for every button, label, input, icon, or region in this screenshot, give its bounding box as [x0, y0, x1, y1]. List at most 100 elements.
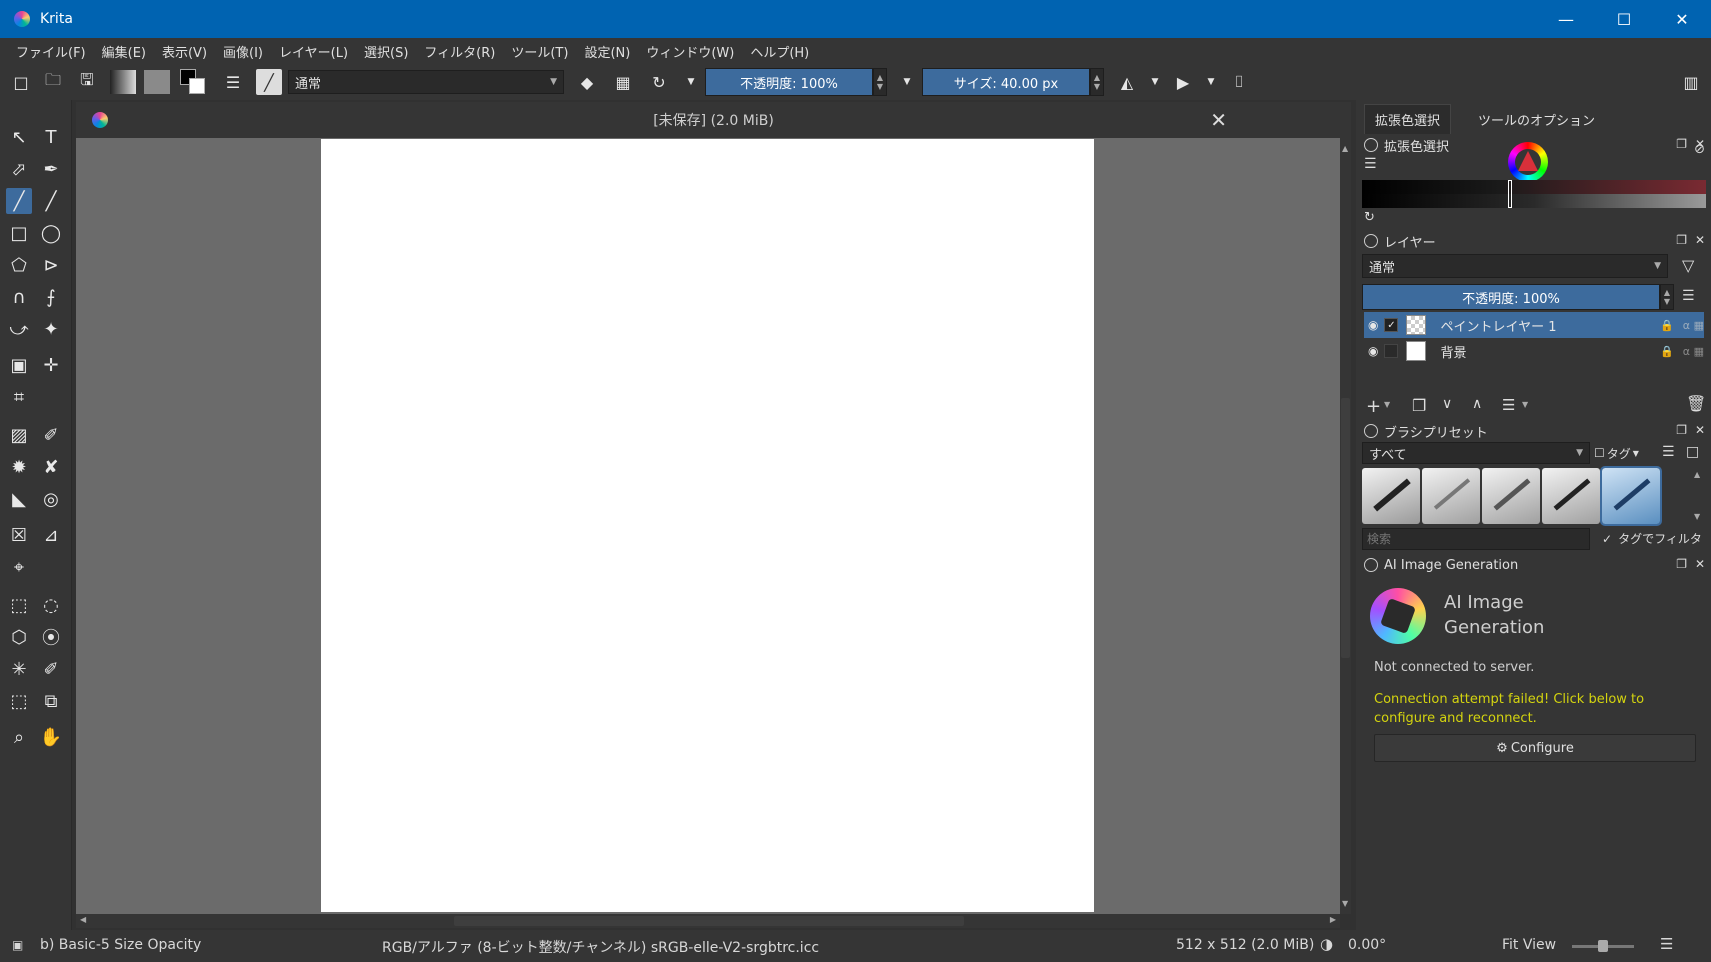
- zoom-level[interactable]: Fit View: [1502, 937, 1556, 953]
- move-layer-up-icon[interactable]: ∧: [1472, 396, 1482, 412]
- duplicate-layer-icon[interactable]: ❐: [1412, 396, 1426, 415]
- similar-color-select-tool-icon[interactable]: ✐: [38, 656, 64, 682]
- tab-tool-options[interactable]: ツールのオプション: [1468, 104, 1605, 134]
- assistant-tool-icon[interactable]: ☒: [6, 522, 32, 548]
- magnetic-select-tool-icon[interactable]: ⧉: [38, 688, 64, 714]
- size-slider[interactable]: サイズ: 40.00 px: [922, 68, 1090, 96]
- fill-tool-icon[interactable]: ◣: [6, 486, 32, 512]
- rotation-value[interactable]: 0.00°: [1348, 937, 1386, 953]
- delete-layer-icon[interactable]: 🗑: [1686, 394, 1706, 413]
- gradient-selector[interactable]: [110, 70, 136, 94]
- configure-button[interactable]: ⚙ Configure: [1374, 734, 1696, 762]
- tag-filter-checkbox[interactable]: ✓ タグでフィルタ: [1602, 530, 1702, 547]
- wrap-around-icon[interactable]: ⌷: [1228, 71, 1250, 93]
- brush-filter-combo[interactable]: すべて ▼: [1362, 442, 1590, 464]
- close-document-icon[interactable]: ✕: [1210, 108, 1227, 132]
- brush-preset-thumb[interactable]: [1362, 468, 1420, 524]
- pan-tool-icon[interactable]: ✋: [38, 724, 64, 750]
- tag-button[interactable]: ☐ タグ ▼: [1594, 442, 1650, 464]
- brush-preset-thumb[interactable]: [1482, 468, 1540, 524]
- close-window-button[interactable]: ✕: [1653, 0, 1711, 38]
- move-tool-icon[interactable]: ✛: [38, 352, 64, 378]
- float-panel-icon[interactable]: ❐: [1676, 557, 1687, 571]
- inherit-alpha-icon[interactable]: ▦: [1694, 345, 1704, 358]
- menu-layer[interactable]: レイヤー(L): [271, 42, 356, 61]
- layer-checkbox[interactable]: ✓: [1384, 318, 1399, 332]
- mirror-horizontal-icon[interactable]: ◭: [1116, 71, 1138, 93]
- layer-options-icon[interactable]: ☰: [1682, 288, 1695, 304]
- smart-patch-tool-icon[interactable]: ✘: [38, 454, 64, 480]
- layer-opacity-spin[interactable]: ▲ ▼: [1660, 284, 1674, 310]
- maximize-button[interactable]: ☐: [1595, 0, 1653, 38]
- float-panel-icon[interactable]: ❐: [1676, 233, 1687, 247]
- rotation-icon[interactable]: ◑: [1320, 935, 1333, 953]
- line-tool-icon[interactable]: ╱: [38, 188, 64, 214]
- brush-search-input[interactable]: [1362, 528, 1590, 550]
- eye-icon[interactable]: ◉: [1368, 344, 1378, 358]
- menu-filter[interactable]: フィルタ(R): [416, 42, 503, 61]
- color-settings-icon[interactable]: ☰: [1364, 156, 1377, 172]
- reload-dropdown-icon[interactable]: ▼: [680, 71, 702, 93]
- layer-row[interactable]: ◉ 背景 🔒 α ▦: [1364, 338, 1704, 364]
- ellipse-select-tool-icon[interactable]: ◌: [38, 592, 64, 618]
- calligraphy-tool-icon[interactable]: ✒: [38, 156, 64, 182]
- size-spin[interactable]: ▲ ▼: [1090, 68, 1104, 96]
- transform-tool-icon[interactable]: ▣: [6, 352, 32, 378]
- lock-icon[interactable]: [1364, 234, 1378, 248]
- lock-icon[interactable]: [1364, 138, 1378, 152]
- layer-opacity-slider[interactable]: 不透明度: 100%: [1362, 284, 1660, 310]
- enclose-fill-tool-icon[interactable]: ◎: [38, 486, 64, 512]
- scroll-up-icon[interactable]: ▲: [1342, 144, 1348, 153]
- contiguous-select-tool-icon[interactable]: ✳: [6, 656, 32, 682]
- opacity-slider[interactable]: 不透明度: 100%: [705, 68, 873, 96]
- zoom-tool-icon[interactable]: ⌕: [6, 724, 32, 750]
- blend-mode-combo[interactable]: 通常 ▼: [288, 70, 564, 94]
- measure-tool-icon[interactable]: ⊿: [38, 522, 64, 548]
- brush-scroll-down-icon[interactable]: ▼: [1694, 512, 1700, 521]
- polygon-select-tool-icon[interactable]: ⬡: [6, 624, 32, 650]
- colorize-mask-tool-icon[interactable]: ✹: [6, 454, 32, 480]
- fg-bg-color-icon[interactable]: [180, 69, 205, 94]
- add-layer-icon[interactable]: +: [1366, 396, 1381, 417]
- save-document-icon[interactable]: 🖫: [76, 70, 98, 93]
- brush-preset-thumb[interactable]: [1422, 468, 1480, 524]
- mirror-h-dropdown-icon[interactable]: ▼: [1144, 71, 1166, 93]
- horizontal-scroll-thumb[interactable]: [454, 916, 964, 926]
- bezier-select-tool-icon[interactable]: ⬚: [6, 688, 32, 714]
- pattern-selector[interactable]: [144, 70, 170, 94]
- alpha-lock-icon[interactable]: α: [1683, 345, 1690, 358]
- new-document-icon[interactable]: □: [10, 71, 32, 93]
- horizontal-scrollbar[interactable]: ◀ ▶: [76, 914, 1340, 928]
- text-tool-icon[interactable]: T: [38, 124, 64, 150]
- brush-settings-icon[interactable]: ☰: [222, 71, 244, 93]
- screen-icon[interactable]: ☰: [1660, 935, 1673, 953]
- freehand-path-tool-icon[interactable]: ⨍: [38, 284, 64, 310]
- reload-preset-icon[interactable]: ↻: [648, 71, 670, 93]
- color-shade-bar[interactable]: [1362, 180, 1706, 208]
- open-document-icon[interactable]: 🗀: [42, 70, 64, 93]
- menu-file[interactable]: ファイル(F): [8, 42, 94, 61]
- zoom-slider-handle[interactable]: [1598, 940, 1608, 952]
- opacity-dropdown-icon[interactable]: ▼: [896, 71, 918, 93]
- color-no-icon[interactable]: ⊘: [1694, 142, 1705, 157]
- alpha-lock-icon[interactable]: α: [1683, 319, 1690, 332]
- freehand-select-tool-icon[interactable]: ⦿: [38, 624, 64, 650]
- brush-scroll-up-icon[interactable]: ▲: [1694, 470, 1700, 479]
- scroll-left-icon[interactable]: ◀: [80, 915, 86, 924]
- minimize-button[interactable]: —: [1537, 0, 1595, 38]
- lock-icon[interactable]: [1364, 558, 1378, 572]
- color-picker-tool-icon[interactable]: ✐: [38, 422, 64, 448]
- crop-tool-icon[interactable]: ⌗: [6, 384, 32, 410]
- layer-lock-icon[interactable]: 🔒: [1660, 345, 1674, 358]
- brush-preset-thumb[interactable]: [1542, 468, 1600, 524]
- eye-icon[interactable]: ◉: [1368, 318, 1378, 332]
- layer-filter-icon[interactable]: ▽: [1682, 256, 1694, 275]
- scroll-down-icon[interactable]: ▼: [1342, 899, 1348, 908]
- layer-row[interactable]: ◉ ✓ ペイントレイヤー 1 🔒 α ▦: [1364, 312, 1704, 338]
- document-tab[interactable]: [未保存] (2.0 MiB) ✕: [76, 102, 1351, 138]
- current-brush[interactable]: b) Basic-5 Size Opacity: [40, 937, 201, 953]
- rectangle-tool-icon[interactable]: □: [6, 220, 32, 246]
- polygon-tool-icon[interactable]: ⬠: [6, 252, 32, 278]
- float-panel-icon[interactable]: ❐: [1676, 423, 1687, 437]
- layer-lock-icon[interactable]: 🔒: [1660, 319, 1674, 332]
